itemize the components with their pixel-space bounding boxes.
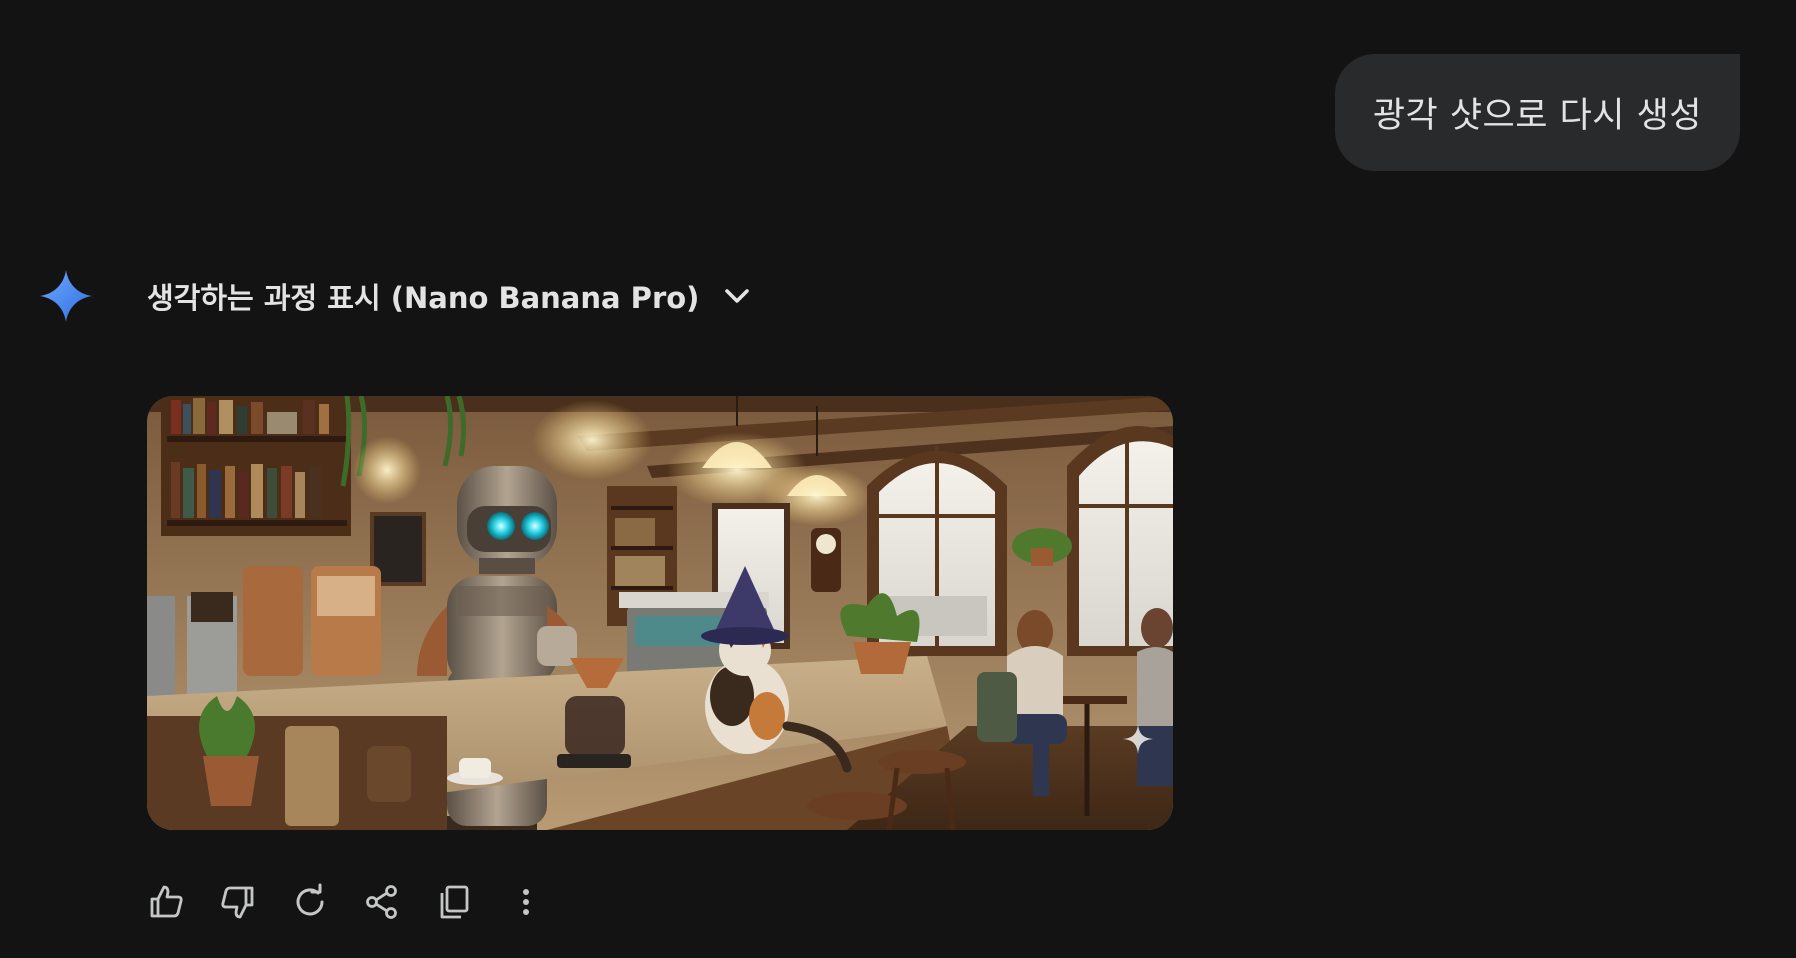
more-options-button[interactable] bbox=[502, 878, 550, 926]
regenerate-button[interactable] bbox=[286, 878, 334, 926]
more-vert-icon bbox=[523, 889, 529, 915]
show-thinking-toggle[interactable]: 생각하는 과정 표시 (Nano Banana Pro) bbox=[147, 270, 753, 322]
chat-page: 광각 샷으로 다시 생성 생각하는 과정 표시 (Nano Banana Pro… bbox=[0, 0, 1796, 958]
copy-button[interactable] bbox=[430, 878, 478, 926]
user-message-bubble: 광각 샷으로 다시 생성 bbox=[1334, 54, 1740, 171]
thinking-label: 생각하는 과정 표시 (Nano Banana Pro) bbox=[147, 281, 700, 315]
thumb-up-icon bbox=[150, 885, 183, 918]
refresh-icon bbox=[296, 883, 324, 916]
copy-icon bbox=[440, 885, 469, 919]
gemini-spark-icon bbox=[40, 270, 92, 322]
share-button[interactable] bbox=[358, 878, 406, 926]
good-response-button[interactable] bbox=[142, 878, 190, 926]
response-actions bbox=[142, 876, 550, 928]
share-icon bbox=[366, 885, 397, 919]
thumb-down-icon bbox=[221, 886, 254, 919]
generated-image[interactable] bbox=[147, 396, 1173, 830]
generated-image-art bbox=[147, 396, 1173, 830]
bad-response-button[interactable] bbox=[214, 878, 262, 926]
chevron-down-icon bbox=[725, 289, 750, 303]
user-message-text: 광각 샷으로 다시 생성 bbox=[1372, 96, 1702, 136]
